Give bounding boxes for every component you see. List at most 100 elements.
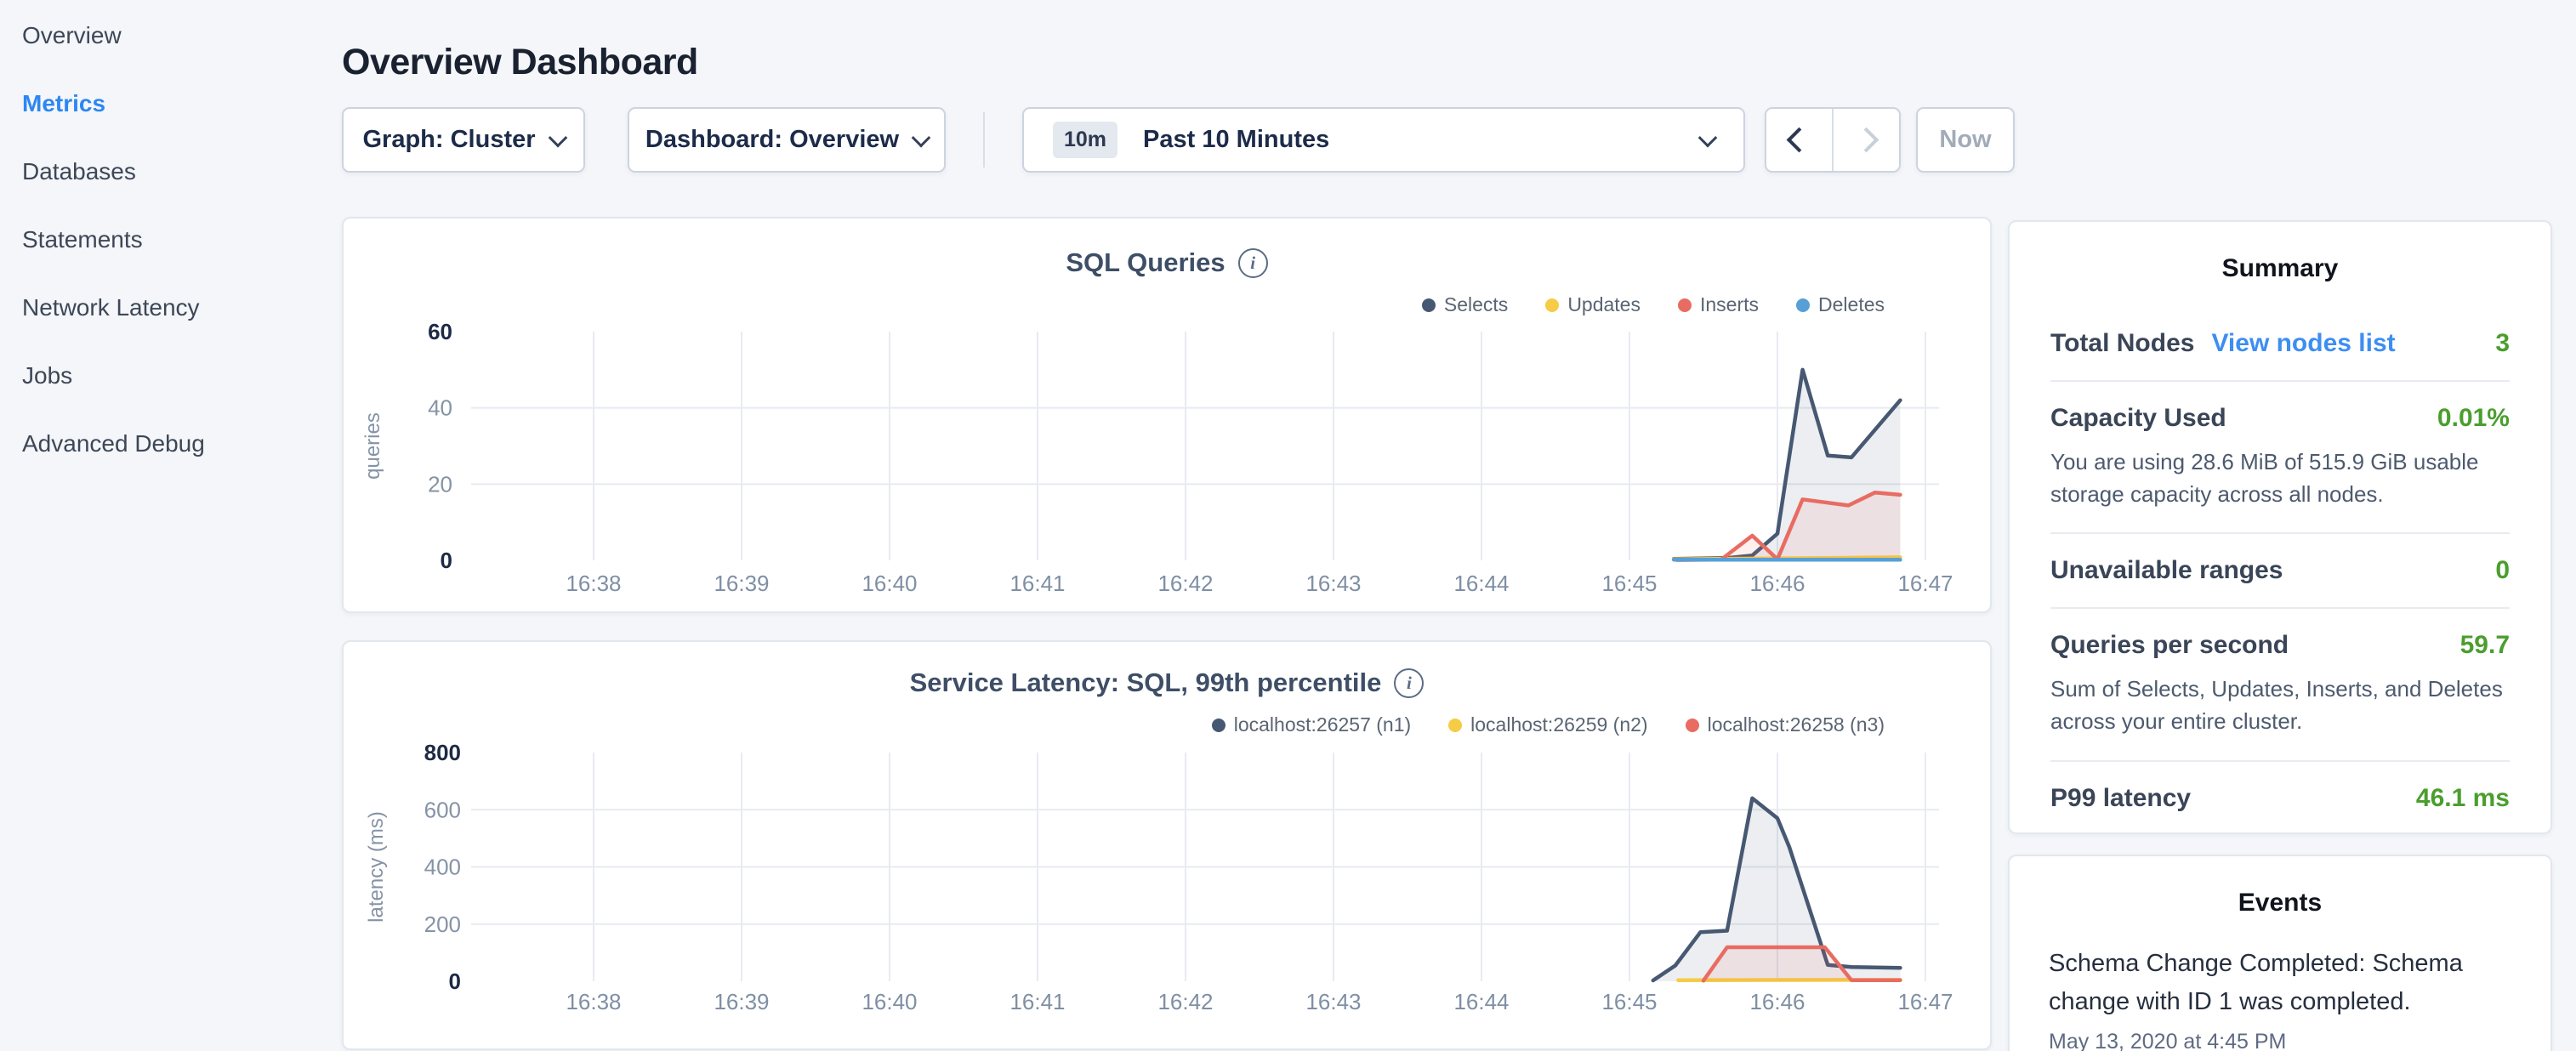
legend-label: localhost:26259 (n2)	[1470, 713, 1647, 736]
svg-text:0: 0	[449, 969, 461, 994]
chevron-left-icon	[1787, 128, 1812, 153]
legend-item: localhost:26259 (n2)	[1448, 713, 1647, 736]
info-icon[interactable]: i	[1238, 248, 1268, 278]
sidebar-item-network-latency[interactable]: Network Latency	[0, 274, 325, 342]
legend-item: localhost:26258 (n3)	[1686, 713, 1885, 736]
time-range-label: Past 10 Minutes	[1143, 126, 1686, 154]
svg-text:16:45: 16:45	[1601, 989, 1657, 1014]
svg-text:16:40: 16:40	[862, 571, 917, 596]
legend-label: Selects	[1444, 293, 1508, 316]
view-nodes-list-link[interactable]: View nodes list	[2211, 329, 2395, 358]
svg-text:400: 400	[424, 855, 461, 880]
summary-row-capacity-used: Capacity Used0.01%You are using 28.6 MiB…	[2050, 382, 2510, 532]
svg-text:20: 20	[428, 471, 452, 497]
chevron-down-icon	[1698, 128, 1718, 147]
summary-row-unavailable-ranges: Unavailable ranges 0	[2050, 534, 2510, 607]
svg-text:queries: queries	[361, 412, 384, 480]
svg-text:16:43: 16:43	[1305, 571, 1361, 596]
legend-label: localhost:26258 (n3)	[1708, 713, 1885, 736]
svg-text:16:46: 16:46	[1749, 571, 1805, 596]
summary-row-description: You are using 28.6 MiB of 515.9 GiB usab…	[2050, 446, 2510, 510]
legend-item: localhost:26257 (n1)	[1212, 713, 1411, 736]
svg-text:16:40: 16:40	[862, 989, 917, 1014]
info-icon[interactable]: i	[1394, 668, 1424, 698]
svg-text:16:45: 16:45	[1601, 571, 1657, 596]
legend-dot-icon	[1448, 719, 1462, 732]
svg-text:16:38: 16:38	[566, 571, 621, 596]
summary-row-label: P99 latency	[2050, 784, 2191, 813]
legend-dot-icon	[1678, 298, 1692, 312]
legend-label: localhost:26257 (n1)	[1234, 713, 1411, 736]
svg-text:16:47: 16:47	[1897, 571, 1953, 596]
legend-label: Updates	[1567, 293, 1641, 316]
sidebar-item-advanced-debug[interactable]: Advanced Debug	[0, 410, 325, 478]
event-item: Schema Change Completed: Schema change w…	[2049, 945, 2511, 1051]
legend-dot-icon	[1686, 719, 1699, 732]
legend-item: Deletes	[1796, 293, 1885, 316]
chevron-down-icon	[912, 128, 931, 147]
legend-dot-icon	[1422, 298, 1436, 312]
sidebar-item-overview[interactable]: Overview	[0, 2, 325, 70]
event-timestamp: May 13, 2020 at 4:45 PM	[2049, 1030, 2511, 1051]
page-title: Overview Dashboard	[342, 42, 698, 83]
summary-row-value: 46.1 ms	[2416, 784, 2510, 813]
service-latency-chart: 16:3816:3916:4016:4116:4216:4316:4416:45…	[344, 642, 1990, 1048]
time-range-picker[interactable]: 10m Past 10 Minutes	[1022, 107, 1745, 173]
legend-dot-icon	[1545, 298, 1559, 312]
summary-row-label: Unavailable ranges	[2050, 556, 2283, 585]
legend-dot-icon	[1796, 298, 1810, 312]
now-button-label: Now	[1939, 126, 1991, 154]
svg-text:16:46: 16:46	[1749, 989, 1805, 1014]
events-panel: Events Schema Change Completed: Schema c…	[2008, 855, 2552, 1051]
legend-item: Inserts	[1678, 293, 1759, 316]
svg-text:16:44: 16:44	[1453, 571, 1509, 596]
sidebar-item-databases[interactable]: Databases	[0, 138, 325, 206]
summary-panel: Summary Total NodesView nodes list3Capac…	[2008, 220, 2552, 834]
summary-row-p99-latency: P99 latency 46.1 ms	[2050, 762, 2510, 835]
sidebar-item-metrics[interactable]: Metrics	[0, 70, 325, 138]
time-range-badge: 10m	[1053, 122, 1117, 158]
legend-item: Selects	[1422, 293, 1508, 316]
legend-label: Deletes	[1818, 293, 1885, 316]
svg-text:16:41: 16:41	[1009, 989, 1065, 1014]
chart-title: SQL Queries	[1066, 247, 1225, 278]
sidebar-item-statements[interactable]: Statements	[0, 206, 325, 274]
event-text: Schema Change Completed: Schema change w…	[2049, 945, 2511, 1021]
svg-text:16:43: 16:43	[1305, 989, 1361, 1014]
chevron-down-icon	[548, 128, 567, 147]
summary-row-total-nodes: Total NodesView nodes list3	[2050, 307, 2510, 380]
events-title: Events	[2049, 889, 2511, 917]
summary-row-label: Queries per second	[2050, 631, 2289, 660]
summary-row-value: 0.01%	[2437, 404, 2510, 433]
svg-text:600: 600	[424, 797, 461, 822]
svg-text:16:39: 16:39	[714, 571, 769, 596]
dashboard-dropdown[interactable]: Dashboard: Overview	[628, 107, 946, 173]
svg-text:16:42: 16:42	[1157, 571, 1213, 596]
service-latency-chart-card: 16:3816:3916:4016:4116:4216:4316:4416:45…	[342, 640, 1992, 1050]
time-step-back-button[interactable]	[1766, 109, 1834, 171]
graph-dropdown[interactable]: Graph: Cluster	[342, 107, 585, 173]
graph-dropdown-label: Graph: Cluster	[362, 126, 535, 154]
sidebar-item-jobs[interactable]: Jobs	[0, 342, 325, 410]
dashboard-dropdown-label: Dashboard: Overview	[645, 126, 899, 154]
time-step-forward-button[interactable]	[1834, 109, 1899, 171]
time-step-buttons	[1765, 107, 1901, 173]
legend-item: Updates	[1545, 293, 1641, 316]
svg-text:0: 0	[441, 548, 452, 573]
sidebar: OverviewMetricsDatabasesStatementsNetwor…	[0, 0, 325, 1051]
toolbar-divider	[983, 112, 985, 168]
svg-text:16:44: 16:44	[1453, 989, 1509, 1014]
legend-label: Inserts	[1700, 293, 1759, 316]
summary-row-value: 0	[2495, 556, 2510, 585]
svg-text:60: 60	[428, 319, 452, 344]
svg-text:16:42: 16:42	[1157, 989, 1213, 1014]
summary-row-description: Sum of Selects, Updates, Inserts, and De…	[2050, 673, 2510, 737]
chart-title: Service Latency: SQL, 99th percentile	[910, 668, 1382, 698]
svg-text:800: 800	[424, 740, 461, 765]
summary-row-value: 3	[2495, 329, 2510, 358]
now-button[interactable]: Now	[1916, 107, 2015, 173]
svg-text:200: 200	[424, 912, 461, 937]
svg-text:16:47: 16:47	[1897, 989, 1953, 1014]
svg-text:16:41: 16:41	[1009, 571, 1065, 596]
summary-row-queries-per-second: Queries per second59.7Sum of Selects, Up…	[2050, 609, 2510, 759]
